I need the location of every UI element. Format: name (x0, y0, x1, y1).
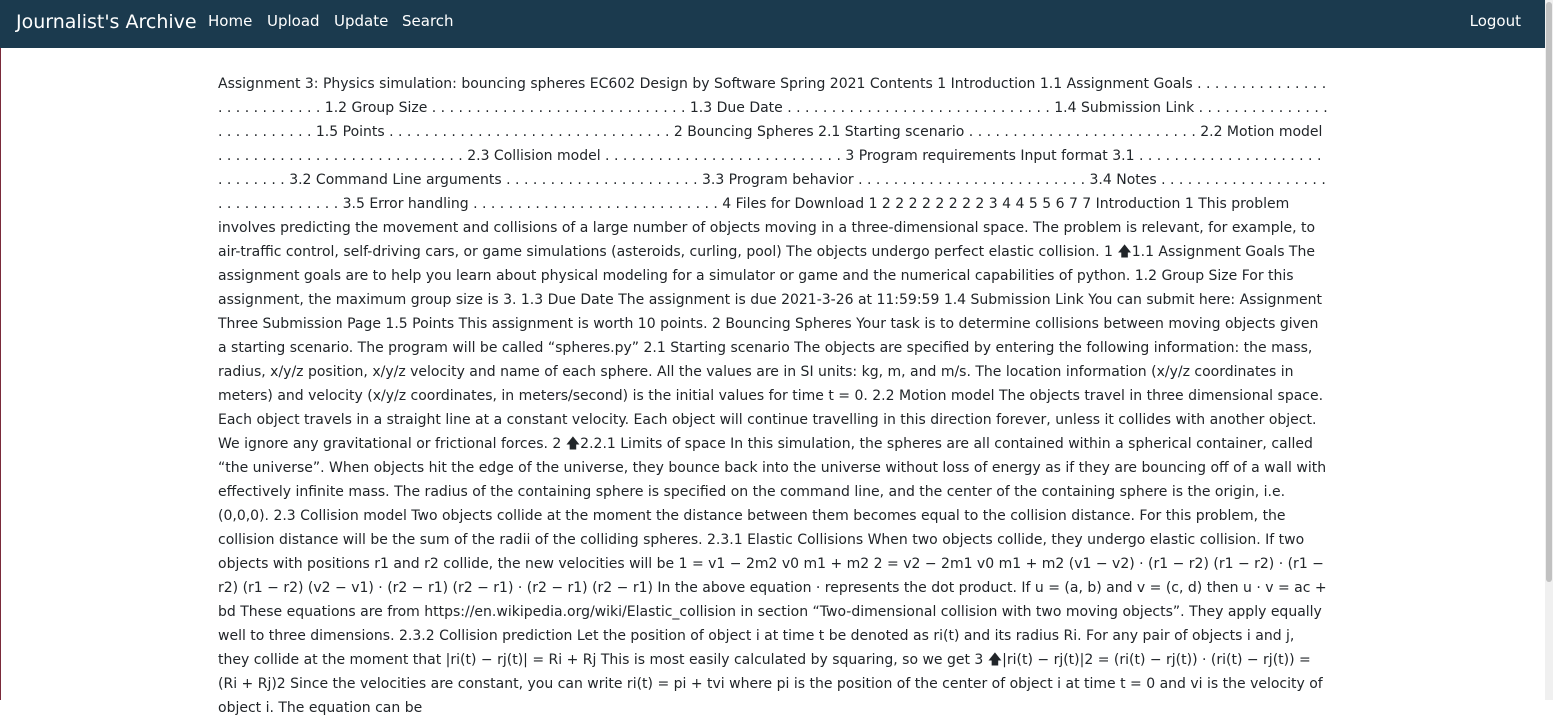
left-border (0, 48, 1, 700)
nav-upload-link[interactable]: Upload (267, 12, 320, 30)
nav-update-link[interactable]: Update (334, 12, 388, 30)
logout-link[interactable]: Logout (1470, 12, 1521, 30)
brand-title[interactable]: Journalist's Archive (16, 10, 197, 34)
scrollbar-thumb[interactable] (1546, 2, 1552, 582)
document-text: Assignment 3: Physics simulation: bounci… (218, 76, 1328, 716)
nav-search-link[interactable]: Search (402, 12, 454, 30)
top-navbar: Journalist's Archive Home Upload Update … (0, 0, 1545, 48)
nav-home-link[interactable]: Home (208, 12, 252, 30)
